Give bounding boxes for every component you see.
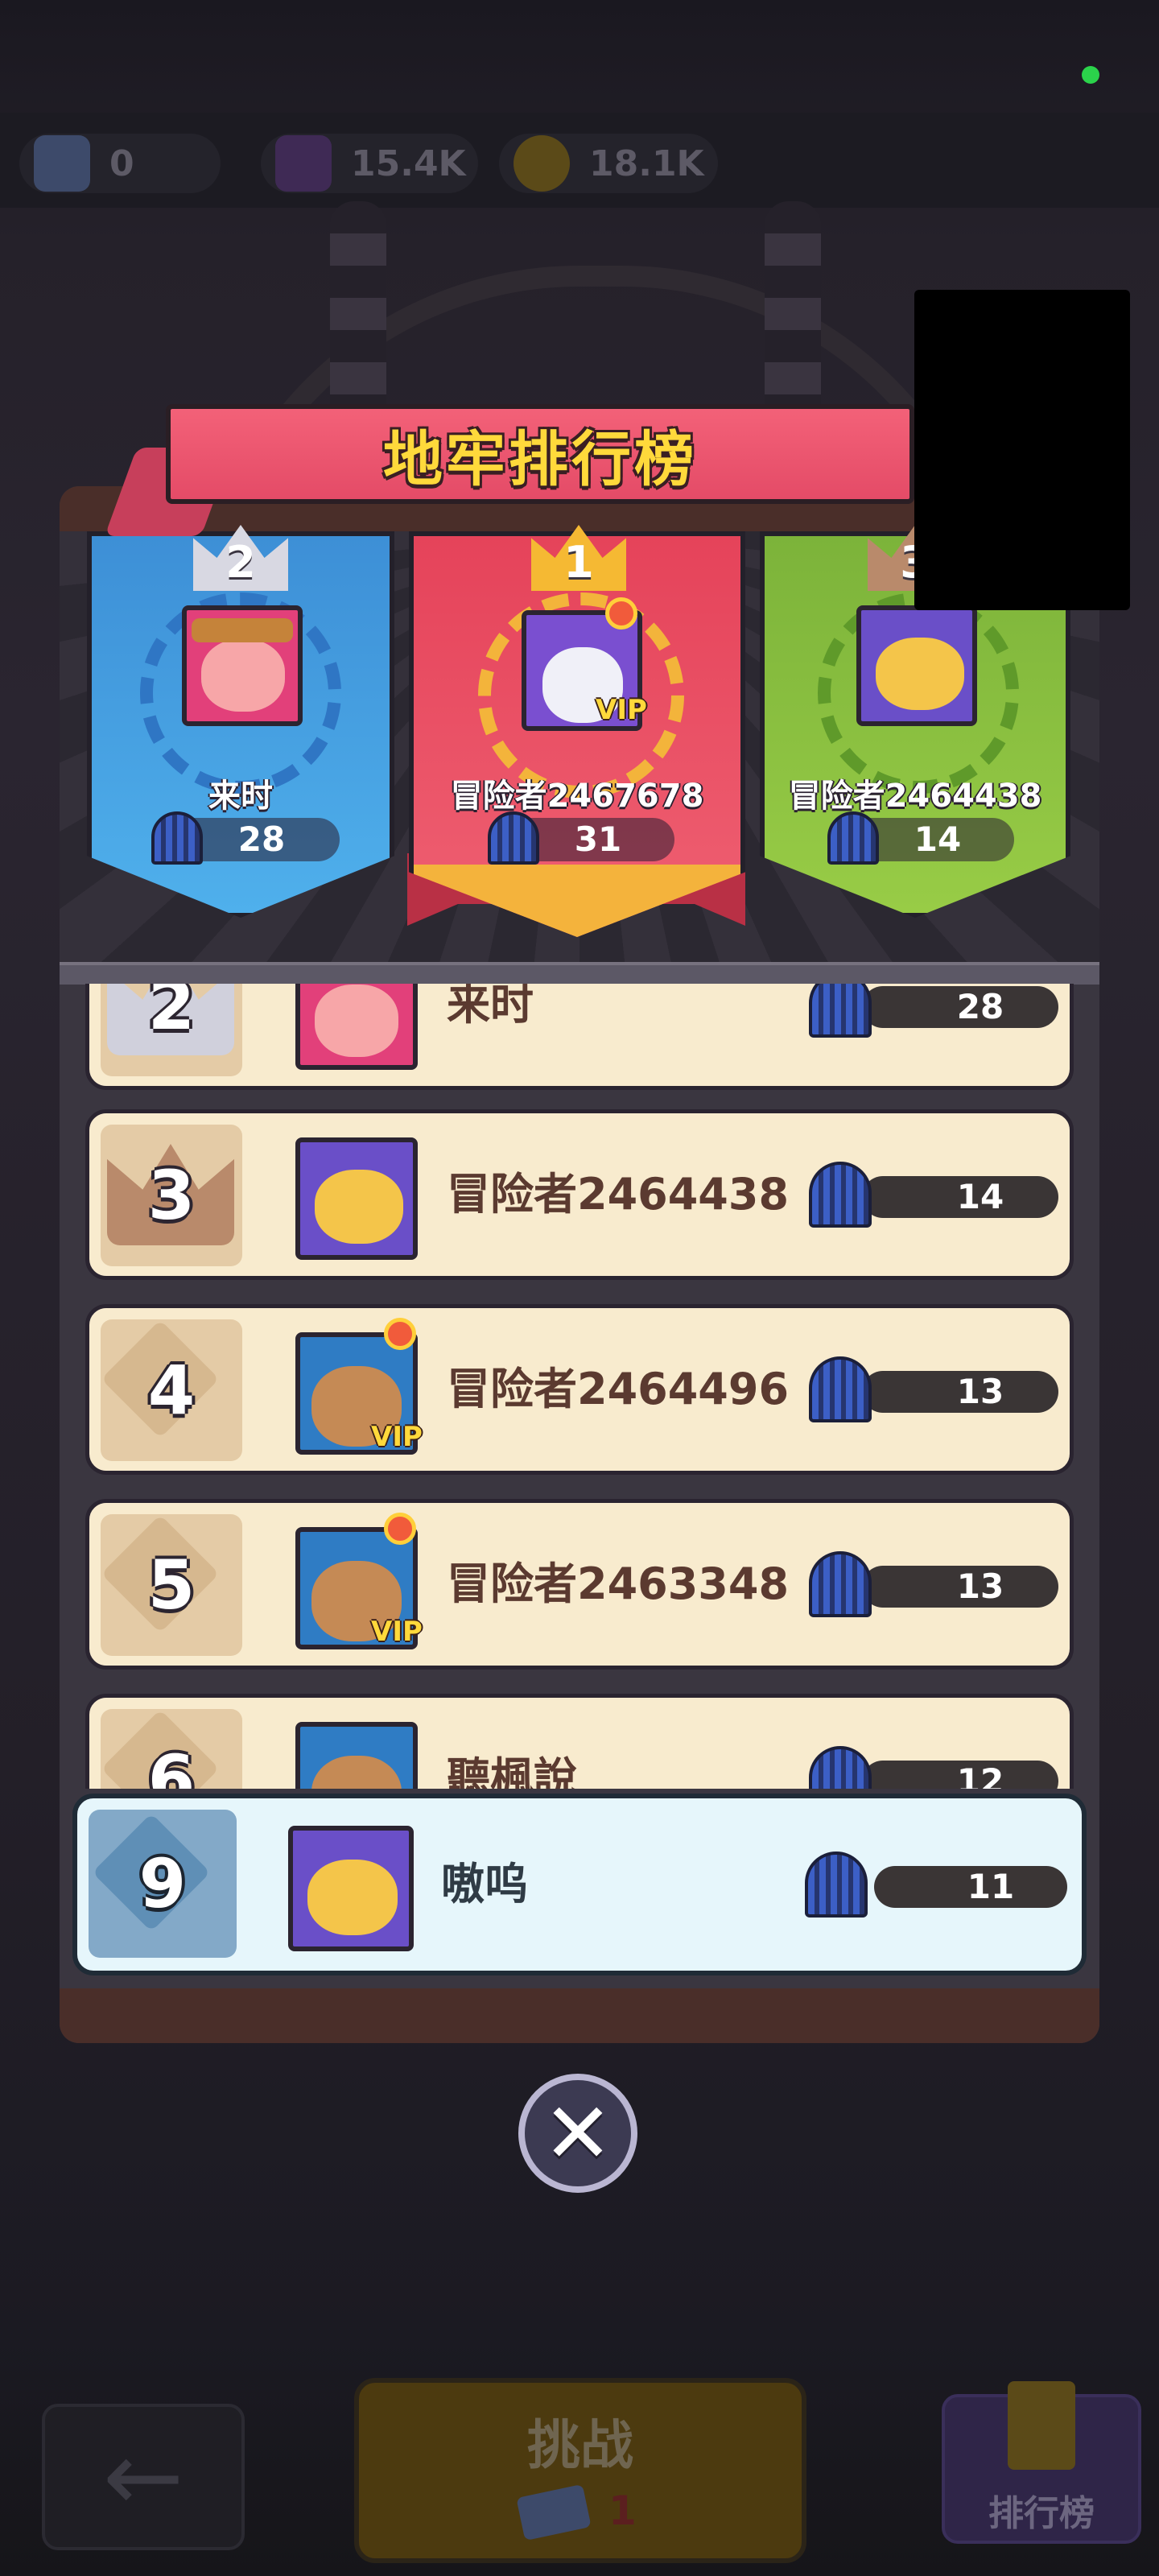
ranking-row[interactable]: 5 VIP 冒险者2463348 13 — [85, 1499, 1074, 1670]
ticket-icon — [516, 2483, 592, 2541]
title-banner: 地牢排行榜 — [166, 404, 914, 504]
ticket-count: 0 — [109, 142, 134, 184]
dungeon-gate-icon — [809, 1162, 872, 1228]
my-rank-row[interactable]: 9 嗷呜 11 — [72, 1794, 1087, 1975]
player-name: 冒险者2464438 — [447, 1169, 790, 1220]
podium-name: 冒险者2467678 — [450, 778, 704, 815]
leaderboard-button[interactable]: 排行榜 — [942, 2381, 1141, 2544]
back-button[interactable]: ← — [42, 2404, 245, 2550]
gold-coin-icon — [514, 135, 570, 192]
status-indicator — [1082, 66, 1099, 84]
capybara-face-icon — [311, 1756, 402, 1789]
score-bar: 14 — [862, 1176, 1058, 1218]
elephant-face-icon — [876, 638, 964, 710]
rank-number: 6 — [147, 1740, 196, 1789]
dungeon-gate-icon — [488, 811, 539, 865]
vip-badge: VIP — [371, 1421, 423, 1453]
leaderboard-label: 排行榜 — [988, 2493, 1095, 2534]
podium-score: 28 — [237, 819, 286, 859]
pig-face-icon — [315, 985, 398, 1057]
gem-counter[interactable]: 15.4K — [261, 134, 478, 193]
flower-icon — [384, 1318, 416, 1350]
player-avatar — [288, 1826, 414, 1951]
purple-gem-icon — [275, 135, 332, 192]
redacted-overlay — [914, 290, 1130, 610]
challenge-cost: 1 — [608, 2487, 637, 2534]
flower-icon — [605, 597, 637, 630]
player-name: 嗷呜 — [441, 1859, 528, 1909]
podium-card-rank-1[interactable]: VIP 冒险者2467678 31 — [409, 531, 745, 937]
podium-rank: 1 — [563, 537, 594, 588]
vip-badge: VIP — [596, 694, 647, 726]
dungeon-gate-icon — [827, 811, 879, 865]
podium-name: 来时 — [208, 778, 273, 815]
podium-rail — [60, 962, 1099, 985]
rank-number: 9 — [138, 1844, 187, 1923]
pig-face-icon — [201, 639, 285, 712]
podium-score-pill: 28 — [151, 811, 340, 865]
ranking-row[interactable]: 4 VIP 冒险者2464496 13 — [85, 1304, 1074, 1475]
challenge-button[interactable]: 挑战 1 — [354, 2378, 806, 2563]
player-avatar — [295, 1137, 418, 1260]
score-value: 11 — [967, 1867, 1015, 1906]
dungeon-gate-icon — [805, 1852, 868, 1918]
player-avatar — [856, 605, 977, 726]
ticket-icon — [34, 135, 90, 192]
podium-score-pill: 14 — [827, 811, 1014, 865]
ticket-counter[interactable]: 0 — [19, 134, 221, 193]
podium-score-pill: 31 — [488, 811, 674, 865]
panel-bottom-frame — [60, 1988, 1099, 2043]
vip-badge: VIP — [371, 1616, 423, 1648]
player-avatar — [295, 984, 418, 1070]
player-name: 冒险者2464496 — [447, 1364, 790, 1414]
dungeon-gate-icon — [809, 1746, 872, 1789]
ranking-list[interactable]: 2 来时 28 3 冒险者2464438 14 4 VIP 冒险者2464496… — [85, 984, 1074, 1789]
score-bar: 12 — [862, 1761, 1058, 1789]
player-avatar — [182, 605, 303, 726]
dungeon-gate-icon — [809, 984, 872, 1038]
player-name: 冒险者2463348 — [447, 1558, 790, 1609]
rank-number: 5 — [147, 1546, 196, 1624]
score-value: 28 — [956, 987, 1004, 1026]
trophy-icon — [1008, 2381, 1075, 2470]
ranking-row[interactable]: 3 冒险者2464438 14 — [85, 1109, 1074, 1280]
hat-icon — [192, 618, 293, 642]
podium-score: 14 — [914, 819, 962, 859]
elephant-face-icon — [307, 1860, 398, 1935]
rank-number: 2 — [147, 984, 196, 1045]
score-bar: 13 — [862, 1566, 1058, 1608]
gem-count: 15.4K — [351, 142, 466, 184]
ranking-row[interactable]: 2 来时 28 — [85, 984, 1074, 1090]
podium-score: 31 — [574, 819, 622, 859]
podium-rank: 2 — [225, 537, 256, 588]
dungeon-gate-icon — [809, 1356, 872, 1422]
challenge-label: 挑战 — [527, 2414, 633, 2476]
score-bar: 13 — [862, 1371, 1058, 1413]
player-avatar — [295, 1722, 418, 1789]
rank-number: 4 — [147, 1351, 196, 1430]
close-button[interactable]: ✕ — [518, 2074, 637, 2193]
dungeon-gate-icon — [809, 1551, 872, 1617]
score-bar: 11 — [874, 1866, 1067, 1908]
back-arrow-icon: ← — [102, 2421, 184, 2533]
score-bar: 28 — [862, 986, 1058, 1028]
page-title: 地牢排行榜 — [383, 424, 697, 494]
podium-name: 冒险者2464438 — [788, 778, 1042, 815]
coin-counter[interactable]: 18.1K — [499, 134, 718, 193]
score-value: 14 — [956, 1177, 1004, 1216]
dungeon-gate-icon — [151, 811, 203, 865]
flower-icon — [384, 1513, 416, 1545]
score-value: 12 — [956, 1761, 1004, 1789]
score-value: 13 — [956, 1372, 1004, 1411]
player-name: 来时 — [447, 984, 534, 1030]
coin-count: 18.1K — [589, 142, 704, 184]
close-icon: ✕ — [542, 2084, 613, 2182]
ranking-row[interactable]: 6 聽楓說 12 — [85, 1694, 1074, 1789]
elephant-face-icon — [315, 1170, 403, 1244]
score-value: 13 — [956, 1567, 1004, 1606]
player-name: 聽楓說 — [447, 1753, 577, 1789]
rank-number: 3 — [147, 1156, 196, 1235]
